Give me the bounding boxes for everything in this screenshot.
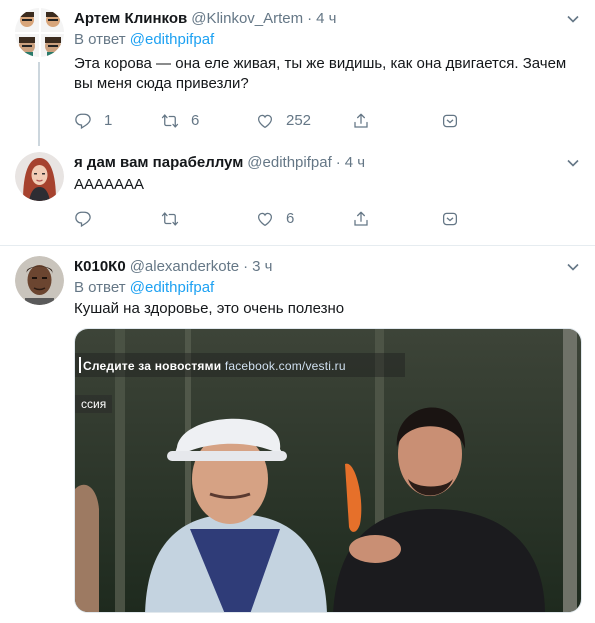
like-count: 252 xyxy=(286,112,312,129)
username[interactable]: @Klinkov_Artem xyxy=(191,9,303,29)
chevron-down-icon[interactable] xyxy=(565,259,581,275)
like-button[interactable]: 6 xyxy=(256,210,352,228)
timestamp[interactable]: 4 ч xyxy=(316,9,336,29)
action-bar: 1 6 252 xyxy=(74,111,581,131)
share-icon xyxy=(354,211,368,226)
more-icon xyxy=(442,212,458,226)
reply-count: 1 xyxy=(104,112,113,129)
display-name[interactable]: Артем Клинков xyxy=(74,9,187,29)
tweet-header: Артем Клинков @Klinkov_Artem · 4 ч xyxy=(74,9,581,29)
like-icon xyxy=(257,212,273,227)
reply-context: В ответ @edithpifpaf xyxy=(74,30,581,50)
more-button[interactable] xyxy=(441,112,459,130)
avatar-image xyxy=(15,256,64,305)
avatar-grid xyxy=(15,8,64,57)
tweet-edithpifpaf[interactable]: я дам вам парабеллум @edithpifpaf · 4 ч … xyxy=(0,140,595,244)
retweet-button[interactable]: 6 xyxy=(161,112,256,130)
face-icon xyxy=(41,8,64,32)
video-overlay-caption: Следите за новостями facebook.com/vesti.… xyxy=(83,359,346,373)
display-name[interactable]: К010К0 xyxy=(74,257,126,277)
tweet-text: Кушай на здоровье, это очень полезно xyxy=(74,300,345,317)
avatar-image xyxy=(15,152,64,201)
tweet-klinkov[interactable]: Артем Клинков @Klinkov_Artem · 4 ч В отв… xyxy=(0,0,595,146)
face-icon xyxy=(41,34,64,57)
like-icon xyxy=(257,114,273,129)
share-button[interactable] xyxy=(352,112,441,130)
retweet-button[interactable] xyxy=(161,210,256,228)
avatar[interactable] xyxy=(15,152,64,206)
face-icon xyxy=(15,34,39,57)
more-button[interactable] xyxy=(441,210,459,228)
separator-dot: · xyxy=(243,258,249,275)
thread-line xyxy=(38,62,40,146)
separator-dot: · xyxy=(335,154,341,171)
reply-button[interactable] xyxy=(74,210,161,228)
reply-mention-link[interactable]: @edithpifpaf xyxy=(130,279,214,296)
timestamp[interactable]: 4 ч xyxy=(345,153,365,173)
action-bar: 6 xyxy=(74,209,581,229)
video-overlay-region: ссия xyxy=(75,395,113,413)
tweet-header: К010К0 @alexanderkote · 3 ч xyxy=(74,257,581,277)
like-button[interactable]: 252 xyxy=(256,112,352,130)
caption-url: facebook.com/vesti.ru xyxy=(224,359,346,373)
share-button[interactable] xyxy=(352,210,441,228)
retweet-count: 6 xyxy=(191,112,200,129)
chevron-down-icon[interactable] xyxy=(565,11,581,27)
like-count: 6 xyxy=(286,210,295,227)
reply-prefix: В ответ xyxy=(74,279,126,296)
display-name[interactable]: я дам вам парабеллум xyxy=(74,153,243,173)
reply-prefix: В ответ xyxy=(74,31,126,48)
tweet-header: я дам вам парабеллум @edithpifpaf · 4 ч xyxy=(74,153,581,173)
face-icon xyxy=(15,8,39,32)
timestamp[interactable]: 3 ч xyxy=(252,257,272,277)
share-icon xyxy=(354,113,368,128)
reply-mention-link[interactable]: @edithpifpaf xyxy=(130,31,214,48)
avatar[interactable] xyxy=(15,256,64,310)
more-icon xyxy=(442,114,458,128)
reply-icon xyxy=(75,211,91,228)
avatar[interactable] xyxy=(15,8,64,57)
reply-context: В ответ @edithpifpaf xyxy=(74,278,581,298)
tweet-media-video[interactable]: Следите за новостями facebook.com/vesti.… xyxy=(74,328,582,613)
username[interactable]: @edithpifpaf xyxy=(247,153,331,173)
caption-text: Следите за новостями xyxy=(83,359,222,373)
tweet-text: Эта корова — она еле живая, ты же видишь… xyxy=(74,55,567,92)
tweet-text: ААААААА xyxy=(74,176,145,193)
reply-icon xyxy=(75,113,91,130)
reply-button[interactable]: 1 xyxy=(74,112,161,130)
chevron-down-icon[interactable] xyxy=(565,155,581,171)
username[interactable]: @alexanderkote xyxy=(130,257,239,277)
retweet-icon xyxy=(161,114,179,128)
retweet-icon xyxy=(161,212,179,226)
separator-dot: · xyxy=(307,10,313,27)
tweet-alexanderkote[interactable]: К010К0 @alexanderkote · 3 ч В ответ @edi… xyxy=(0,246,595,623)
